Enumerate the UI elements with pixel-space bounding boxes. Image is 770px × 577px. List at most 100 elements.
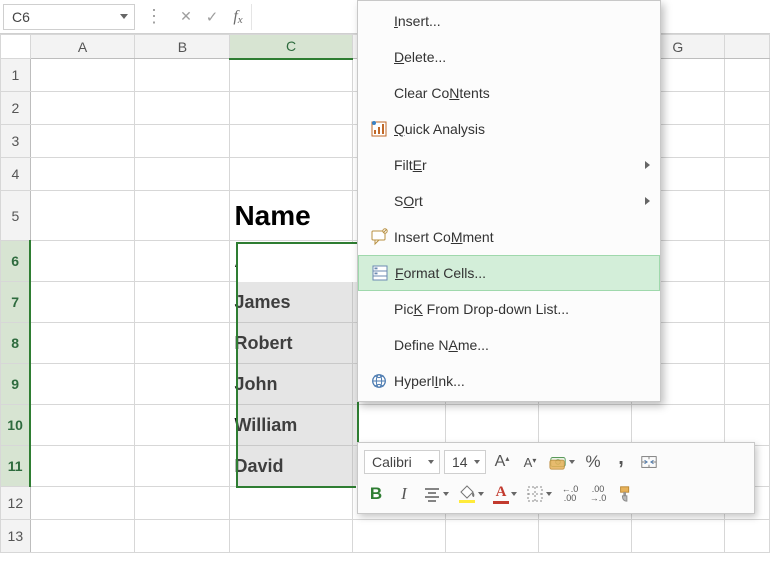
- row-header[interactable]: 3: [1, 125, 31, 158]
- ctx-hyperlink[interactable]: HyperlInk...: [358, 363, 660, 399]
- cell-c5[interactable]: Name: [230, 191, 352, 241]
- ctx-insert-comment[interactable]: Insert CoMment: [358, 219, 660, 255]
- cell[interactable]: [724, 282, 769, 323]
- cell[interactable]: [724, 241, 769, 282]
- font-color-button[interactable]: A: [490, 482, 519, 506]
- format-painter-button[interactable]: [614, 482, 638, 506]
- font-size-select[interactable]: 14: [444, 450, 486, 474]
- select-all-corner[interactable]: [1, 35, 31, 59]
- cell[interactable]: [30, 364, 135, 405]
- cell[interactable]: [631, 520, 724, 553]
- cell[interactable]: [230, 158, 352, 191]
- cell[interactable]: [724, 405, 769, 446]
- name-box[interactable]: C6: [3, 4, 135, 30]
- row-header[interactable]: 4: [1, 158, 31, 191]
- cell[interactable]: [445, 520, 538, 553]
- row-header[interactable]: 9: [1, 364, 31, 405]
- row-header[interactable]: 10: [1, 405, 31, 446]
- col-header[interactable]: A: [30, 35, 135, 59]
- cell[interactable]: [30, 520, 135, 553]
- comma-style-button[interactable]: ,: [609, 450, 633, 474]
- cell[interactable]: [352, 520, 445, 553]
- cell[interactable]: [30, 125, 135, 158]
- cell[interactable]: [135, 158, 230, 191]
- row-header[interactable]: 13: [1, 520, 31, 553]
- ctx-clear-contents[interactable]: Clear CoNtents: [358, 75, 660, 111]
- cell[interactable]: [135, 487, 230, 520]
- cell-c6[interactable]: Andrew: [230, 241, 352, 282]
- cell[interactable]: [30, 446, 135, 487]
- cell-c9[interactable]: John: [230, 364, 352, 405]
- cell[interactable]: [230, 92, 352, 125]
- cell[interactable]: [135, 520, 230, 553]
- cell[interactable]: [135, 241, 230, 282]
- row-header[interactable]: 11: [1, 446, 31, 487]
- cell[interactable]: [724, 125, 769, 158]
- cell[interactable]: [30, 282, 135, 323]
- bold-button[interactable]: B: [364, 482, 388, 506]
- ctx-insert[interactable]: Insert...: [358, 3, 660, 39]
- cell[interactable]: [30, 191, 135, 241]
- italic-button[interactable]: I: [392, 482, 416, 506]
- cell[interactable]: [724, 520, 769, 553]
- cell[interactable]: [538, 405, 631, 446]
- cell[interactable]: [445, 405, 538, 446]
- ctx-filter[interactable]: FiltEr: [358, 147, 660, 183]
- row-header[interactable]: 5: [1, 191, 31, 241]
- cell[interactable]: [230, 487, 352, 520]
- col-header[interactable]: C: [230, 35, 352, 59]
- ctx-pick-from-list[interactable]: PicK From Drop-down List...: [358, 291, 660, 327]
- cell[interactable]: [135, 191, 230, 241]
- grow-font-button[interactable]: A▴: [490, 450, 514, 474]
- cell[interactable]: [135, 59, 230, 92]
- ctx-sort[interactable]: SOrt: [358, 183, 660, 219]
- ctx-format-cells[interactable]: Format Cells...: [358, 255, 660, 291]
- font-select[interactable]: Calibri: [364, 450, 440, 474]
- cell[interactable]: [724, 158, 769, 191]
- cell[interactable]: [30, 405, 135, 446]
- percent-button[interactable]: %: [581, 450, 605, 474]
- cell[interactable]: [30, 59, 135, 92]
- cell[interactable]: [30, 158, 135, 191]
- shrink-font-button[interactable]: A▾: [518, 450, 542, 474]
- cell[interactable]: [724, 364, 769, 405]
- enter-icon[interactable]: ✓: [199, 4, 225, 30]
- ctx-define-name[interactable]: Define NAme...: [358, 327, 660, 363]
- merge-center-button[interactable]: [637, 450, 661, 474]
- cell[interactable]: [30, 487, 135, 520]
- cell[interactable]: [135, 446, 230, 487]
- cell-c11[interactable]: David: [230, 446, 352, 487]
- cell[interactable]: [352, 405, 445, 446]
- row-header[interactable]: 12: [1, 487, 31, 520]
- cell[interactable]: [538, 520, 631, 553]
- cell[interactable]: [30, 323, 135, 364]
- cell[interactable]: [724, 92, 769, 125]
- fill-color-button[interactable]: [455, 482, 486, 506]
- row-header[interactable]: 7: [1, 282, 31, 323]
- fx-icon[interactable]: fx: [225, 8, 251, 26]
- cell-c7[interactable]: James: [230, 282, 352, 323]
- cell[interactable]: [135, 125, 230, 158]
- ctx-quick-analysis[interactable]: Quick Analysis: [358, 111, 660, 147]
- row-header[interactable]: 1: [1, 59, 31, 92]
- cell[interactable]: [631, 405, 724, 446]
- cell-c8[interactable]: Robert: [230, 323, 352, 364]
- accounting-format-button[interactable]: [546, 450, 577, 474]
- vertical-dots-icon[interactable]: ⋮: [141, 4, 167, 30]
- cell[interactable]: [230, 59, 352, 92]
- row-header[interactable]: 2: [1, 92, 31, 125]
- cell[interactable]: [135, 323, 230, 364]
- cell[interactable]: [135, 92, 230, 125]
- cell[interactable]: [135, 282, 230, 323]
- cell[interactable]: [724, 59, 769, 92]
- col-header[interactable]: [724, 35, 769, 59]
- col-header[interactable]: B: [135, 35, 230, 59]
- row-header[interactable]: 8: [1, 323, 31, 364]
- borders-button[interactable]: [523, 482, 554, 506]
- cell-c10[interactable]: William: [230, 405, 352, 446]
- cancel-icon[interactable]: ✕: [173, 4, 199, 30]
- cell[interactable]: [135, 364, 230, 405]
- cell[interactable]: [230, 125, 352, 158]
- cell[interactable]: [30, 241, 135, 282]
- row-header[interactable]: 6: [1, 241, 31, 282]
